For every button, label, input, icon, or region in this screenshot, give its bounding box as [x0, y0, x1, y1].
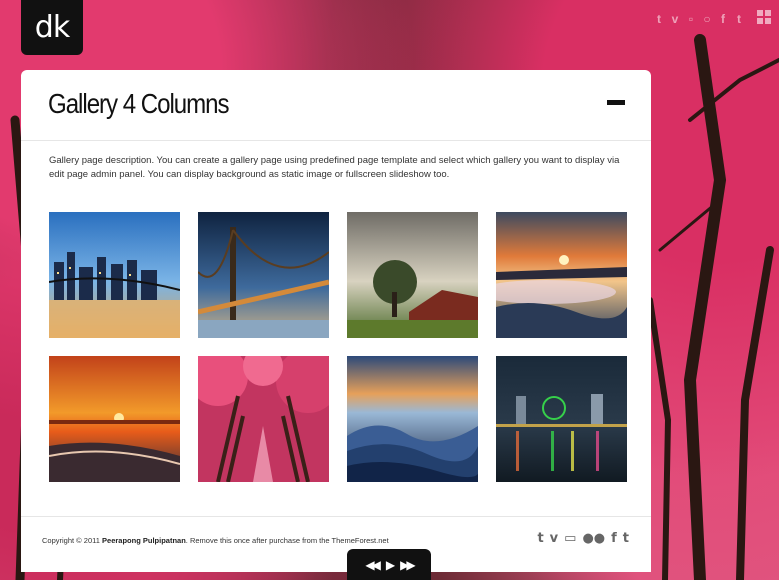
- twitter-icon[interactable]: t: [623, 531, 629, 546]
- facebook-icon[interactable]: f: [717, 12, 729, 26]
- youtube-icon[interactable]: ▭: [564, 531, 576, 546]
- top-social-links: t v ▫ ○ f t: [653, 12, 745, 26]
- gallery-thumb-city-skyline[interactable]: [49, 212, 180, 338]
- twitter-icon[interactable]: t: [733, 12, 745, 26]
- play-icon[interactable]: ▶: [386, 558, 395, 572]
- site-logo[interactable]: dk: [21, 0, 83, 55]
- collapse-button[interactable]: [607, 100, 625, 105]
- vimeo-icon[interactable]: v: [669, 12, 681, 26]
- page-title: Gallery 4 Columns: [48, 88, 230, 119]
- tumblr-icon[interactable]: t: [537, 531, 543, 546]
- gallery-thumb-bridge[interactable]: [198, 212, 329, 338]
- grid-view-icon[interactable]: [757, 10, 771, 24]
- tumblr-icon[interactable]: t: [653, 12, 665, 26]
- gallery-thumb-blue-mountains[interactable]: [347, 356, 478, 482]
- facebook-icon[interactable]: f: [611, 531, 617, 546]
- gallery-thumb-beach-sunset[interactable]: [49, 356, 180, 482]
- footer-social-links: t v ▭ ●● f t: [537, 531, 629, 546]
- gallery-thumb-waterfront-night[interactable]: [496, 356, 627, 482]
- vimeo-icon[interactable]: v: [550, 531, 558, 546]
- gallery-thumb-farmhouse[interactable]: [347, 212, 478, 338]
- page-description: Gallery page description. You can create…: [49, 155, 620, 180]
- panel-header: Gallery 4 Columns: [21, 70, 651, 141]
- author-link[interactable]: Peerapong Pulpipatnan: [102, 536, 186, 545]
- footer: Copyright © 2011 Peerapong Pulpipatnan. …: [21, 516, 651, 572]
- youtube-icon[interactable]: ▫: [685, 12, 697, 26]
- content-panel: Gallery 4 Columns Gallery page descripti…: [21, 70, 651, 572]
- gallery-thumb-misty-sunset[interactable]: [496, 212, 627, 338]
- flickr-icon[interactable]: ●●: [582, 531, 605, 546]
- gallery-thumb-pink-avenue[interactable]: [198, 356, 329, 482]
- flickr-icon[interactable]: ○: [701, 12, 713, 26]
- copyright-text: Copyright © 2011 Peerapong Pulpipatnan. …: [42, 536, 389, 545]
- slideshow-controls: ◀◀ ▶ ▶▶: [347, 549, 431, 580]
- gallery-grid: [49, 212, 627, 482]
- previous-icon[interactable]: ◀◀: [365, 558, 381, 572]
- next-icon[interactable]: ▶▶: [400, 558, 416, 572]
